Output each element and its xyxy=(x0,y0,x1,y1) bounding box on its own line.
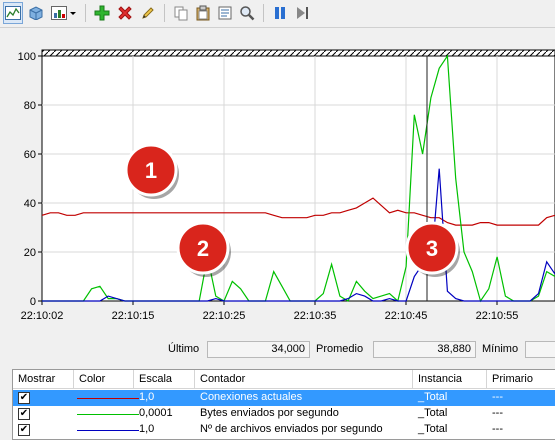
add-counter-button[interactable] xyxy=(92,2,112,24)
color-swatch xyxy=(77,398,139,399)
plus-icon xyxy=(94,5,110,21)
instance-cell: _Total xyxy=(418,391,448,403)
properties-button[interactable] xyxy=(215,2,235,24)
scale-cell: 1,0 xyxy=(139,423,155,435)
show-checkbox[interactable]: ✔ xyxy=(18,424,30,436)
y-tick-label: 40 xyxy=(24,198,36,210)
counter-cell: Nº de archivos enviados por segundo xyxy=(200,423,383,435)
column-instance[interactable]: Instancia xyxy=(413,370,487,389)
show-checkbox[interactable]: ✔ xyxy=(18,408,30,420)
performance-graph: 100 80 60 40 20 0 22:10:02 22:10:15 22:10:25 22:1… xyxy=(0,28,555,336)
x-tick-label: 22:10:45 xyxy=(385,310,428,322)
pause-icon xyxy=(275,7,285,19)
column-parent[interactable]: Primario xyxy=(487,370,555,389)
column-color[interactable]: Color xyxy=(74,370,134,389)
delete-counter-button[interactable] xyxy=(115,2,135,24)
last-label: Último xyxy=(168,343,200,355)
copy-properties-button[interactable] xyxy=(171,2,191,24)
table-row[interactable]: ✔ 1,0 Conexiones actuales _Total --- xyxy=(13,390,555,406)
minimum-label: Mínimo xyxy=(482,343,519,355)
scale-cell: 0,0001 xyxy=(139,407,173,419)
callout-label: 1 xyxy=(145,158,157,183)
counter-cell: Bytes enviados por segundo xyxy=(200,407,339,419)
y-tick-label: 60 xyxy=(24,149,36,161)
x-icon xyxy=(118,6,132,20)
report-icon xyxy=(51,6,76,20)
x-tick-label: 22:10:02 xyxy=(21,310,64,322)
graph-icon xyxy=(5,6,21,20)
pencil-icon xyxy=(142,7,154,19)
counter-list: Mostrar Color Escala Contador Instancia … xyxy=(12,369,555,440)
y-tick-label: 20 xyxy=(24,247,36,259)
view-graph-button[interactable] xyxy=(3,2,23,24)
plot-area xyxy=(41,55,555,302)
x-tick-label: 22:10:15 xyxy=(112,310,155,322)
y-tick-label: 100 xyxy=(18,51,36,63)
minimum-value xyxy=(525,341,555,358)
paste-counter-list-button[interactable] xyxy=(193,2,213,24)
update-data-button[interactable] xyxy=(292,2,312,24)
show-checkbox[interactable]: ✔ xyxy=(18,392,30,404)
y-tick-label: 0 xyxy=(30,296,36,308)
average-label: Promedio xyxy=(316,343,364,355)
step-icon xyxy=(297,7,308,19)
counter-cell: Conexiones actuales xyxy=(200,391,303,403)
properties-icon xyxy=(218,6,232,20)
average-value: 38,880 xyxy=(373,341,476,358)
change-graph-type-button[interactable] xyxy=(49,2,79,24)
parent-cell: --- xyxy=(492,391,503,403)
view-histogram-button[interactable] xyxy=(26,2,46,24)
x-tick-label: 22:10:25 xyxy=(203,310,246,322)
instance-cell: _Total xyxy=(418,407,448,419)
magnifier-icon xyxy=(240,6,255,21)
y-tick-label: 80 xyxy=(24,100,36,112)
callout-label: 3 xyxy=(426,236,438,261)
counter-list-header: Mostrar Color Escala Contador Instancia … xyxy=(13,370,555,389)
column-show[interactable]: Mostrar xyxy=(13,370,74,389)
column-counter[interactable]: Contador xyxy=(195,370,413,389)
highlight-button[interactable] xyxy=(138,2,158,24)
freeze-display-button[interactable] xyxy=(270,2,290,24)
stats-bar: Último 34,000 Promedio 38,880 Mínimo xyxy=(0,337,555,363)
scale-cell: 1,0 xyxy=(139,391,155,403)
zoom-button[interactable] xyxy=(237,2,257,24)
histogram-icon xyxy=(29,6,43,20)
toolbar xyxy=(0,0,555,28)
line-chart: 100 80 60 40 20 0 22:10:02 22:10:15 22:10:25 22:1… xyxy=(18,49,555,322)
graph-header-band xyxy=(41,49,555,57)
table-row[interactable]: ✔ 1,0 Nº de archivos enviados por segundo _… xyxy=(13,422,555,438)
parent-cell: --- xyxy=(492,423,503,435)
color-swatch xyxy=(77,430,139,431)
callout-label: 2 xyxy=(197,236,209,261)
x-tick-label: 22:10:55 xyxy=(476,310,519,322)
last-value: 34,000 xyxy=(207,341,310,358)
table-row[interactable]: ✔ 0,0001 Bytes enviados por segundo _Total -… xyxy=(13,406,555,422)
instance-cell: _Total xyxy=(418,423,448,435)
parent-cell: --- xyxy=(492,407,503,419)
column-scale[interactable]: Escala xyxy=(134,370,195,389)
copy-icon xyxy=(174,6,188,21)
paste-icon xyxy=(196,5,210,21)
x-tick-label: 22:10:35 xyxy=(294,310,337,322)
color-swatch xyxy=(77,414,139,415)
